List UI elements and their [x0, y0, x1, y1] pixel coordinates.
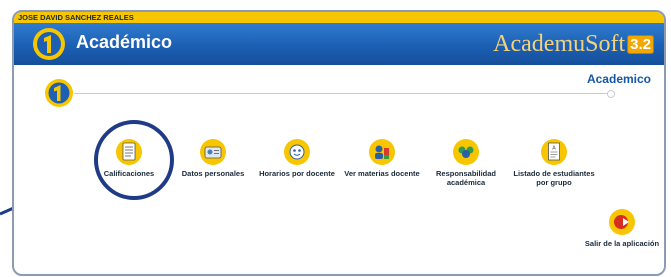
id-card-icon — [200, 139, 226, 165]
menu-item-salir-aplicacion[interactable]: Salir de la aplicación — [580, 208, 664, 249]
menu-item-ver-materias-docente[interactable]: Ver materias docente — [340, 138, 424, 179]
user-name-bar: JOSE DAVID SANCHEZ REALES — [14, 12, 664, 23]
exit-icon — [609, 209, 635, 235]
user-name: JOSE DAVID SANCHEZ REALES — [18, 13, 134, 22]
student-list-document-icon: A — [541, 139, 567, 165]
menu-label-horarios-por-docente: Horarios por docente — [259, 169, 335, 178]
header-title: Académico — [76, 32, 173, 52]
breadcrumb-label: Academico — [586, 72, 651, 86]
brand-version: 3.2 — [627, 34, 654, 54]
menu-item-listado-estudiantes[interactable]: A Listado de estudiantes por grupo — [512, 138, 596, 187]
academusoft-logo-icon — [33, 28, 65, 60]
teacher-subjects-icon — [369, 139, 395, 165]
breadcrumb-divider — [74, 93, 609, 94]
menu-label-listado-estudiantes: Listado de estudiantes por grupo — [513, 169, 595, 187]
highlight-circle — [94, 120, 174, 200]
brand-text: AcademuSoft — [493, 30, 626, 57]
menu-label-ver-materias-docente: Ver materias docente — [344, 169, 420, 178]
app-header: Académico AcademuSoft 3.2 — [14, 23, 664, 65]
menu-label-salir-aplicacion: Salir de la aplicación — [584, 239, 660, 248]
breadcrumb-divider-end — [607, 90, 615, 98]
svg-text:A: A — [552, 146, 556, 152]
section-logo-icon — [45, 79, 73, 107]
brand-logo: AcademuSoft 3.2 — [493, 29, 654, 59]
menu-item-horarios-por-docente[interactable]: Horarios por docente — [255, 138, 339, 179]
team-responsibility-icon — [453, 139, 479, 165]
menu-label-responsabilidad-academica: Responsabilidad académica — [435, 169, 496, 187]
schedule-face-icon — [284, 139, 310, 165]
menu-item-datos-personales[interactable]: Datos personales — [171, 138, 255, 179]
menu-label-datos-personales: Datos personales — [181, 169, 245, 178]
menu-item-responsabilidad-academica[interactable]: Responsabilidad académica — [424, 138, 508, 187]
